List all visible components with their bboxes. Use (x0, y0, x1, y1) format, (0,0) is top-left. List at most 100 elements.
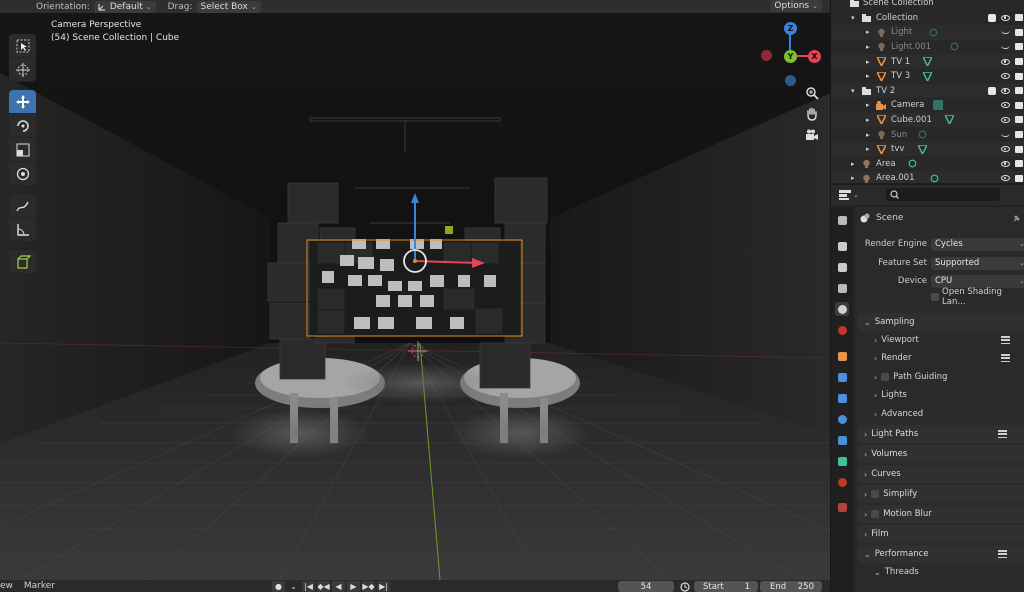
play-reverse-button[interactable]: ◀ (332, 581, 345, 592)
render-camera-icon[interactable] (1015, 58, 1023, 66)
properties-search[interactable] (886, 188, 1000, 201)
jump-end-button[interactable]: ▶| (377, 581, 390, 592)
current-frame-field[interactable]: 54 (618, 581, 674, 592)
orientation-dropdown[interactable]: Default ⌄ (93, 0, 156, 13)
move-tool[interactable] (9, 90, 36, 114)
eye-icon[interactable] (1001, 116, 1010, 123)
options-dropdown[interactable]: Options ⌄ (770, 0, 822, 12)
outliner-row[interactable]: ▾ Collection (831, 11, 1024, 26)
zoom-button[interactable] (802, 83, 822, 103)
tab-render[interactable] (835, 239, 849, 253)
eye-icon[interactable] (1001, 160, 1010, 167)
feature-set-dropdown[interactable]: Supported ⌄ (931, 256, 1024, 270)
tab-particles[interactable] (835, 391, 849, 405)
render-camera-icon[interactable] (1015, 131, 1023, 139)
play-button[interactable]: ▶ (347, 581, 360, 592)
pin-icon[interactable] (1012, 214, 1021, 223)
jump-start-button[interactable]: |◀ (302, 581, 315, 592)
tab-data[interactable] (835, 454, 849, 468)
expand-down-icon[interactable]: ▾ (851, 87, 855, 95)
hidden-eye-icon[interactable] (1001, 30, 1010, 35)
camera-view-button[interactable] (802, 125, 822, 145)
tab-scene[interactable] (835, 302, 849, 316)
render-subpanel[interactable]: › Render (858, 349, 1024, 367)
navigation-gizmo[interactable]: Z Y X (756, 20, 828, 92)
tab-output[interactable] (835, 260, 849, 274)
hidden-eye-icon[interactable] (1001, 45, 1010, 49)
eye-icon[interactable] (1001, 58, 1010, 65)
tab-object[interactable] (835, 349, 849, 363)
expand-right-icon[interactable]: ▸ (866, 116, 870, 124)
motion-blur-panel[interactable]: › Motion Blur (858, 505, 1024, 523)
tab-view-layer[interactable] (835, 281, 849, 295)
gizmo-y-axis[interactable]: Y (784, 50, 797, 63)
render-camera-icon[interactable] (1015, 116, 1023, 124)
advanced-subpanel[interactable]: › Advanced (858, 405, 1024, 423)
editor-type-button[interactable]: ⌄ (839, 189, 859, 201)
select-box-tool[interactable] (9, 34, 36, 58)
presets-icon[interactable] (1001, 354, 1010, 362)
record-button[interactable]: ● (272, 581, 285, 592)
gizmo-neg-z-axis[interactable] (785, 75, 796, 86)
record-options-button[interactable]: ⌄ (287, 581, 300, 592)
annotate-tool[interactable] (9, 194, 36, 218)
osl-checkbox[interactable] (931, 293, 939, 301)
outliner-row[interactable]: ▸ tvv (831, 141, 1024, 157)
simplify-panel[interactable]: › Simplify (858, 485, 1024, 503)
tab-modifiers[interactable] (835, 370, 849, 384)
volumes-panel[interactable]: › Volumes (858, 445, 1024, 463)
expand-right-icon[interactable]: ▸ (866, 101, 870, 109)
tab-world[interactable] (835, 323, 849, 337)
render-camera-icon[interactable] (1015, 28, 1023, 36)
cursor-tool[interactable] (9, 58, 36, 82)
measure-tool[interactable] (9, 218, 36, 242)
path-guiding-checkbox[interactable] (881, 373, 890, 381)
render-camera-icon[interactable] (1015, 72, 1023, 80)
outliner-row[interactable]: ▸ Camera (831, 98, 1024, 113)
render-camera-icon[interactable] (1015, 174, 1023, 182)
expand-right-icon[interactable]: ▸ (851, 160, 855, 168)
simplify-checkbox[interactable] (871, 490, 880, 498)
expand-right-icon[interactable]: ▸ (866, 131, 870, 139)
expand-right-icon[interactable]: ▸ (851, 174, 855, 182)
eye-icon[interactable] (1001, 102, 1010, 109)
render-camera-icon[interactable] (1015, 145, 1023, 153)
eye-icon[interactable] (1001, 146, 1010, 153)
clock-button[interactable] (679, 581, 691, 592)
expand-right-icon[interactable]: ▸ (866, 72, 870, 80)
viewport-subpanel[interactable]: › Viewport (858, 331, 1024, 349)
render-camera-icon[interactable] (1015, 14, 1023, 22)
device-dropdown[interactable]: CPU ⌄ (931, 274, 1024, 288)
render-camera-icon[interactable] (1015, 87, 1023, 95)
tab-physics[interactable] (835, 412, 849, 426)
presets-icon[interactable] (998, 430, 1007, 438)
render-camera-icon[interactable] (1015, 43, 1023, 51)
outliner-row[interactable]: ▸ Sun (831, 127, 1024, 142)
hidden-eye-icon[interactable] (1001, 133, 1010, 137)
path-guiding-subpanel[interactable]: › Path Guiding (858, 368, 1024, 386)
gizmo-neg-x-axis[interactable] (761, 50, 772, 61)
tab-tool[interactable] (835, 213, 849, 227)
render-engine-dropdown[interactable]: Cycles ⌄ (931, 237, 1024, 251)
include-checkbox[interactable] (988, 13, 996, 22)
outliner-row[interactable]: ▸ TV 3 (831, 69, 1024, 84)
expand-down-icon[interactable]: ▾ (851, 14, 855, 22)
outliner-row[interactable]: ▸ Light (831, 25, 1024, 40)
presets-icon[interactable] (1001, 336, 1010, 344)
outliner-row[interactable]: ▸ TV 1 (831, 54, 1024, 69)
expand-right-icon[interactable]: ▸ (866, 28, 870, 36)
osl-row[interactable]: Open Shading Lan... (855, 287, 1024, 307)
rotate-tool[interactable] (9, 114, 36, 138)
render-camera-icon[interactable] (1015, 160, 1023, 168)
marker-menu[interactable]: Marker (24, 581, 55, 591)
performance-panel[interactable]: ⌄ Performance (858, 545, 1024, 563)
curves-panel[interactable]: › Curves (858, 465, 1024, 483)
tab-texture[interactable] (835, 500, 849, 514)
next-keyframe-button[interactable]: ▶◆ (362, 581, 375, 592)
end-frame-field[interactable]: End 250 (760, 581, 822, 592)
outliner-row[interactable]: ▾ TV 2 (831, 83, 1024, 99)
eye-icon[interactable] (1001, 73, 1010, 80)
outliner-row[interactable]: ▸ Area (831, 157, 1024, 172)
motion-blur-checkbox[interactable] (871, 510, 880, 518)
outliner-row[interactable]: ▸ Light.001 (831, 40, 1024, 55)
